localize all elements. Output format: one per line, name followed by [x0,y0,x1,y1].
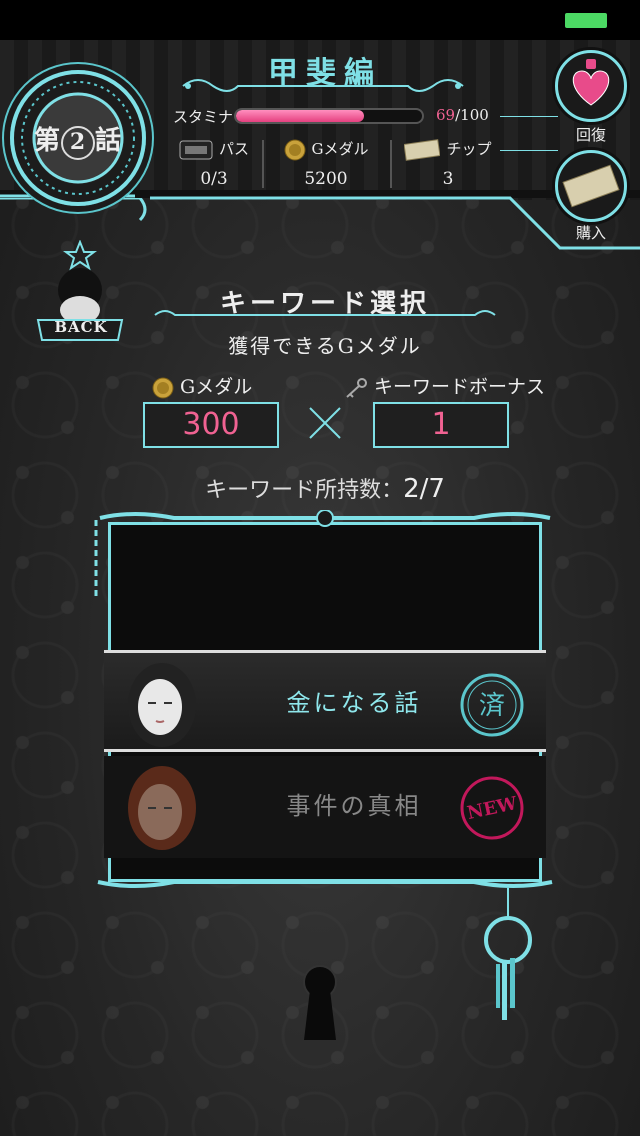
stat-pass: パス 0/3 [172,138,256,189]
stamina-bar [234,108,424,124]
key-icon [346,378,367,398]
stat-g-medal: Gメダル 5200 [276,138,376,189]
keyhole-icon [303,965,337,1040]
stat-tip: チップ 3 [400,138,496,189]
stamina-label: スタミナ [173,108,234,126]
stamp-text: NEW [465,793,519,824]
battery-icon [565,13,607,28]
new-stamp-icon: NEW [454,770,530,846]
pass-ticket-icon [179,140,213,160]
episode-badge: 第2話 [10,70,146,206]
episode-number: 第2話 [14,120,142,160]
stat-divider [390,140,392,188]
keyring-icon [484,888,532,1020]
recover-label[interactable]: 回復 [555,124,627,145]
medal-caption: 獲得できるGメダル [228,334,422,358]
keyword-label[interactable]: 金になる話 [234,653,474,749]
tip-ticket-icon [562,164,620,208]
status-bar [0,0,640,40]
medal-value-box: 300 [143,402,279,448]
character-portrait [112,655,212,751]
stat-tip-value: 3 [442,169,454,189]
stat-pass-value: 0/3 [200,169,228,189]
back-label[interactable]: BACK [44,318,118,336]
recover-button[interactable] [555,50,627,122]
g-medal-icon [152,377,174,399]
keyword-count: キーワード所持数：2/7 [205,474,445,504]
g-medal-icon [284,139,305,161]
stamina-value: 69/100 [436,106,489,124]
done-stamp-icon: 済 [454,667,530,743]
heart-potion-icon [572,59,610,106]
back-button[interactable]: BACK [34,239,126,350]
multiply-icon [309,407,341,439]
stat-g-medal-value: 5200 [304,169,348,189]
stamina-fill [236,110,365,122]
stat-divider [262,140,264,188]
keyword-row-selected[interactable]: 金になる話 済 [104,650,546,752]
section-ornament-icon [154,310,496,316]
medal-label: Gメダル [152,372,252,399]
tip-ticket-icon [404,139,441,161]
tip-connector [500,150,558,151]
stamina-connector [500,116,558,117]
keyword-label[interactable]: 事件の真相 [234,756,474,858]
bonus-value-box: 1 [373,402,509,448]
buy-label[interactable]: 購入 [555,222,627,243]
bonus-label: キーワードボーナス [344,372,545,399]
keyword-row-new[interactable]: 事件の真相 NEW [104,756,546,858]
buy-button[interactable] [555,150,627,222]
stamp-text: 済 [479,691,505,721]
title-ornament-icon [182,79,464,92]
character-portrait [112,758,212,854]
